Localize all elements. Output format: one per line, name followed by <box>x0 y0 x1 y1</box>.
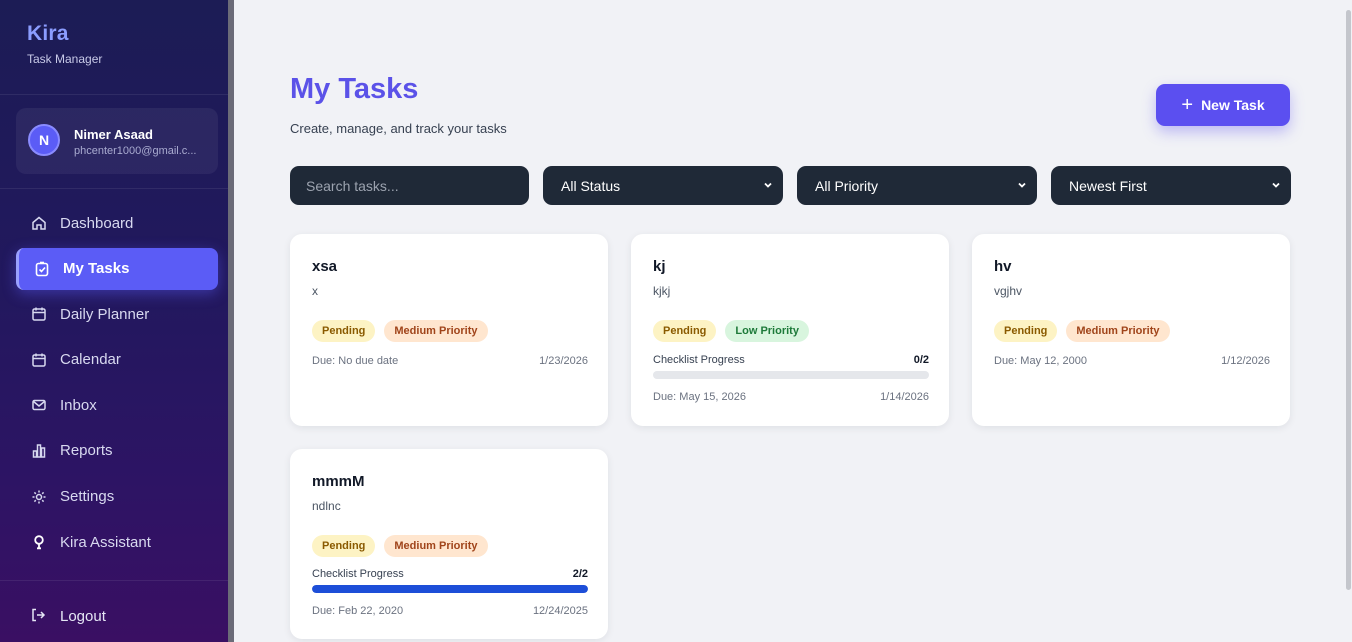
task-card[interactable]: mmmM ndlnc Pending Medium Priority Check… <box>290 449 608 639</box>
user-email: phcenter1000@gmail.c... <box>74 145 197 157</box>
sidebar-item-settings[interactable]: Settings <box>16 476 218 518</box>
sidebar-item-my-tasks[interactable]: My Tasks <box>16 247 218 290</box>
brand-subtitle: Task Manager <box>27 52 103 66</box>
mail-icon <box>30 396 48 414</box>
task-due-date: Due: May 12, 2000 <box>994 355 1087 367</box>
sidebar-item-label: Settings <box>60 488 115 506</box>
task-title: mmmM <box>312 473 365 490</box>
checklist-progress: Checklist Progress 2/2 <box>312 568 588 580</box>
task-created-date: 12/24/2025 <box>532 605 588 617</box>
task-title: kj <box>653 258 666 275</box>
checklist-count: 0/2 <box>913 354 929 366</box>
divider <box>0 94 228 95</box>
status-badge: Pending <box>653 320 717 342</box>
checklist-progress: Checklist Progress 0/2 <box>653 354 929 366</box>
sidebar-item-label: Calendar <box>60 351 121 369</box>
sidebar-item-label: Inbox <box>60 396 97 414</box>
divider <box>0 580 228 581</box>
logout-icon <box>30 607 48 625</box>
new-task-button[interactable]: + New Task <box>1156 84 1290 126</box>
task-created-date: 1/12/2026 <box>1221 355 1270 367</box>
chevron-down-icon <box>1272 182 1280 188</box>
divider <box>0 188 228 189</box>
sidebar-item-label: Reports <box>60 442 113 460</box>
chevron-down-icon <box>764 182 772 188</box>
logout-button[interactable]: Logout <box>16 596 218 636</box>
sidebar-item-label: My Tasks <box>63 260 130 278</box>
sidebar-item-label: Daily Planner <box>60 305 150 323</box>
task-title: xsa <box>312 258 338 275</box>
task-badges: Pending Medium Priority <box>312 535 488 557</box>
status-badge: Pending <box>994 320 1058 342</box>
clipboard-check-icon <box>33 260 51 278</box>
priority-badge: Medium Priority <box>384 535 488 557</box>
task-card[interactable]: hv vgjhv Pending Medium Priority Due: Ma… <box>972 234 1290 426</box>
sidebar-item-daily-planner[interactable]: Daily Planner <box>16 293 218 335</box>
task-created-date: 1/14/2026 <box>880 391 929 403</box>
task-card[interactable]: kj kjkj Pending Low Priority Checklist P… <box>631 234 949 426</box>
task-description: x <box>312 284 318 298</box>
sort-value: Newest First <box>1069 177 1147 194</box>
calendar-icon <box>30 351 48 369</box>
brand: Kira Task Manager <box>27 22 102 66</box>
priority-filter-value: All Priority <box>815 177 879 194</box>
avatar: N <box>28 124 60 156</box>
main-content: My Tasks Create, manage, and track your … <box>234 0 1344 642</box>
task-description: ndlnc <box>312 499 341 513</box>
chevron-down-icon <box>1018 182 1026 188</box>
task-card[interactable]: xsa x Pending Medium Priority Due: No du… <box>290 234 608 426</box>
sidebar-item-kira-assistant[interactable]: Kira Assistant <box>16 521 218 563</box>
home-icon <box>30 214 48 232</box>
priority-badge: Medium Priority <box>384 320 488 342</box>
status-filter-value: All Status <box>561 177 621 194</box>
task-badges: Pending Medium Priority <box>994 320 1170 342</box>
sidebar-nav: Dashboard My Tasks Daily Planner Calenda… <box>16 202 218 567</box>
search-placeholder: Search tasks... <box>306 177 399 194</box>
task-badges: Pending Medium Priority <box>312 320 488 342</box>
sidebar-item-label: Kira Assistant <box>60 533 151 551</box>
status-filter-select[interactable]: All Status <box>543 166 783 205</box>
status-badge: Pending <box>312 320 376 342</box>
task-due-date: Due: May 15, 2026 <box>653 391 746 403</box>
sidebar-item-label: Dashboard <box>60 214 134 232</box>
new-task-label: New Task <box>1201 97 1265 113</box>
brand-name: Kira <box>27 22 69 45</box>
progress-fill <box>312 585 588 593</box>
checklist-count: 2/2 <box>572 568 588 580</box>
sort-select[interactable]: Newest First <box>1051 166 1291 205</box>
priority-badge: Low Priority <box>725 320 809 342</box>
sidebar-item-dashboard[interactable]: Dashboard <box>16 202 218 244</box>
bar-chart-icon <box>30 442 48 460</box>
gear-icon <box>30 488 48 506</box>
scrollbar-thumb[interactable] <box>1346 10 1351 590</box>
priority-filter-select[interactable]: All Priority <box>797 166 1037 205</box>
checklist-label: Checklist Progress <box>312 568 404 580</box>
page-subtitle: Create, manage, and track your tasks <box>290 121 507 136</box>
status-badge: Pending <box>312 535 376 557</box>
logout-label: Logout <box>60 607 106 625</box>
checklist-progress-bar <box>653 371 929 379</box>
calendar-icon <box>30 305 48 323</box>
lightbulb-icon <box>30 533 48 551</box>
scrollbar[interactable] <box>1344 0 1352 642</box>
task-created-date: 1/23/2026 <box>539 355 588 367</box>
task-description: kjkj <box>653 284 671 298</box>
task-badges: Pending Low Priority <box>653 320 809 342</box>
sidebar: Kira Task Manager N Nimer Asaad phcenter… <box>0 0 228 642</box>
task-description: vgjhv <box>994 284 1023 298</box>
checklist-label: Checklist Progress <box>653 354 745 366</box>
page-title: My Tasks <box>290 73 419 105</box>
sidebar-item-reports[interactable]: Reports <box>16 430 218 472</box>
sidebar-item-inbox[interactable]: Inbox <box>16 384 218 426</box>
task-title: hv <box>994 258 1012 275</box>
task-due-date: Due: Feb 22, 2020 <box>312 605 404 617</box>
search-input[interactable]: Search tasks... <box>290 166 529 205</box>
priority-badge: Medium Priority <box>1066 320 1170 342</box>
user-card[interactable]: N Nimer Asaad phcenter1000@gmail.c... <box>16 108 218 174</box>
user-name: Nimer Asaad <box>74 127 153 142</box>
sidebar-item-calendar[interactable]: Calendar <box>16 339 218 381</box>
checklist-progress-bar <box>312 585 588 593</box>
task-due-date: Due: No due date <box>312 355 399 367</box>
plus-icon: + <box>1181 94 1194 116</box>
